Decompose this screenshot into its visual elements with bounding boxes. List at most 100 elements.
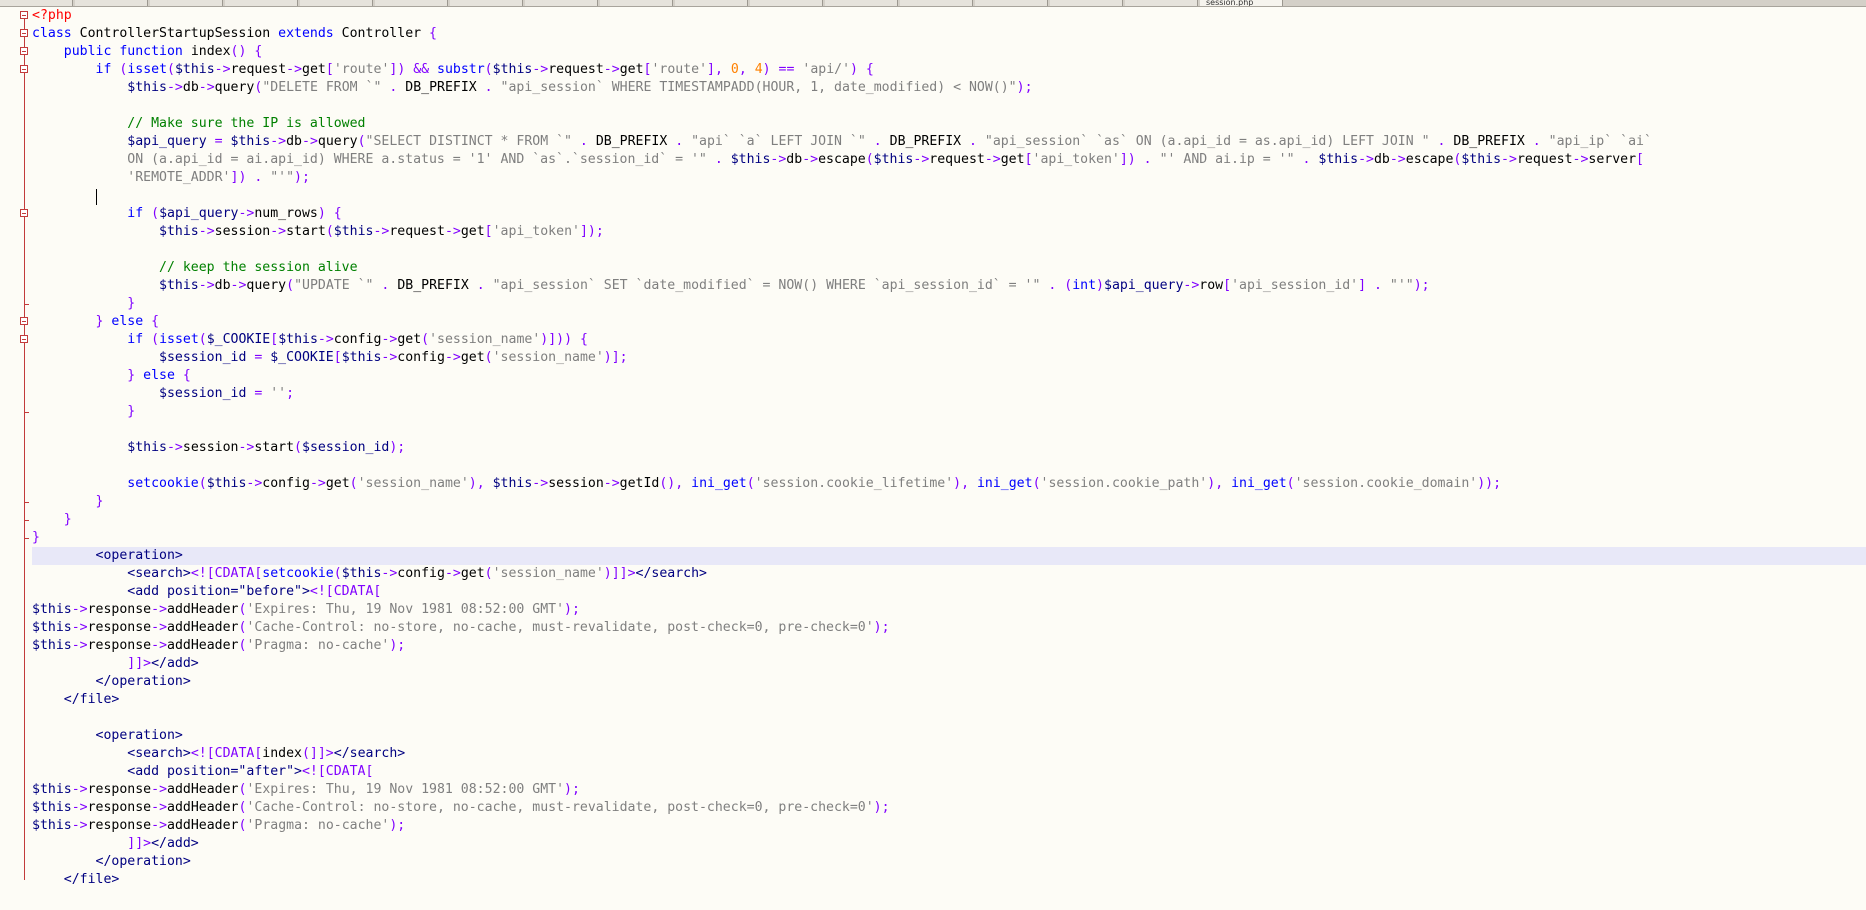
tab-4[interactable] xyxy=(300,0,373,6)
code-token: )); xyxy=(1477,476,1502,491)
code-line[interactable]: if (isset($this->request->get['route']) … xyxy=(32,61,1866,79)
code-line[interactable]: </file> xyxy=(32,691,1866,709)
code-line[interactable]: class ControllerStartupSession extends C… xyxy=(32,25,1866,43)
code-line[interactable]: } xyxy=(32,529,1866,547)
tab-7[interactable] xyxy=(525,0,598,6)
code-line[interactable]: </operation> xyxy=(32,673,1866,691)
code-line[interactable]: if ($api_query->num_rows) { xyxy=(32,205,1866,223)
code-line[interactable]: <add position="before"><![CDATA[ xyxy=(32,583,1866,601)
fold-toggle-icon[interactable] xyxy=(0,313,30,331)
code-line[interactable]: } else { xyxy=(32,313,1866,331)
code-token: 'Cache-Control: no-store, no-cache, must… xyxy=(246,620,874,635)
code-token: . ( xyxy=(1048,278,1073,293)
code-line[interactable]: <operation> xyxy=(32,727,1866,745)
code-line[interactable]: } xyxy=(32,493,1866,511)
code-line[interactable]: $this->response->addHeader('Cache-Contro… xyxy=(32,619,1866,637)
code-token: get xyxy=(460,566,485,581)
code-token: get xyxy=(302,62,326,77)
code-token: extends xyxy=(278,26,342,41)
code-line[interactable]: $this->response->addHeader('Pragma: no-c… xyxy=(32,637,1866,655)
code-token: ); xyxy=(389,818,406,833)
code-token: row xyxy=(1199,278,1224,293)
tab-1[interactable] xyxy=(75,0,148,6)
code-line[interactable]: <search><![CDATA[setcookie($this->config… xyxy=(32,565,1866,583)
code-line[interactable]: $this->db->query("UPDATE `" . DB_PREFIX … xyxy=(32,277,1866,295)
tab-11[interactable] xyxy=(825,0,898,6)
fold-end-marker xyxy=(0,511,30,529)
tab-2[interactable] xyxy=(150,0,223,6)
code-token: ); xyxy=(564,782,580,797)
code-token: ( xyxy=(286,278,295,293)
code-line[interactable] xyxy=(32,421,1866,439)
code-line[interactable]: } else { xyxy=(32,367,1866,385)
code-line[interactable]: $session_id = $_COOKIE[$this->config->ge… xyxy=(32,349,1866,367)
code-line[interactable] xyxy=(32,457,1866,475)
tab-6[interactable] xyxy=(450,0,523,6)
fold-toggle-icon[interactable] xyxy=(0,331,30,349)
code-line[interactable]: ]]></add> xyxy=(32,835,1866,853)
code-line[interactable]: $this->response->addHeader('Expires: Thu… xyxy=(32,781,1866,799)
code-line[interactable]: $this->response->addHeader('Cache-Contro… xyxy=(32,799,1866,817)
fold-toggle-icon[interactable] xyxy=(0,25,30,43)
code-token: $api_query xyxy=(1104,278,1184,293)
code-line[interactable]: $this->db->query("DELETE FROM `" . DB_PR… xyxy=(32,79,1866,97)
code-line[interactable] xyxy=(32,97,1866,115)
code-line[interactable]: <operation> xyxy=(32,547,1866,565)
code-line[interactable]: </file> xyxy=(32,871,1866,889)
code-token: config xyxy=(397,566,445,581)
code-line[interactable] xyxy=(32,241,1866,259)
code-token: $session_id xyxy=(159,386,255,401)
tab-10[interactable] xyxy=(750,0,823,6)
code-line[interactable]: // keep the session alive xyxy=(32,259,1866,277)
code-line[interactable]: public function index() { xyxy=(32,43,1866,61)
code-line[interactable]: </operation> xyxy=(32,853,1866,871)
code-line[interactable]: $api_query = $this->db->query("SELECT DI… xyxy=(32,133,1866,151)
code-line[interactable]: } xyxy=(32,511,1866,529)
fold-toggle-icon[interactable] xyxy=(0,7,30,25)
code-editor[interactable]: <?php class ControllerStartupSession exte… xyxy=(32,7,1866,910)
code-line[interactable]: ]]></add> xyxy=(32,655,1866,673)
code-line[interactable]: $this->session->start($session_id); xyxy=(32,439,1866,457)
fold-toggle-icon[interactable] xyxy=(0,205,30,223)
tab-0[interactable] xyxy=(0,0,73,6)
code-token: ( xyxy=(1032,476,1041,491)
tab-14[interactable] xyxy=(1050,0,1123,6)
code-line[interactable]: $this->response->addHeader('Expires: Thu… xyxy=(32,601,1866,619)
code-line[interactable]: <add position="after"><![CDATA[ xyxy=(32,763,1866,781)
code-line[interactable]: $this->response->addHeader('Pragma: no-c… xyxy=(32,817,1866,835)
code-token: addHeader xyxy=(167,782,239,797)
code-line[interactable]: setcookie($this->config->get('session_na… xyxy=(32,475,1866,493)
code-token: -> xyxy=(444,224,461,239)
tab-16[interactable]: session.php xyxy=(1200,0,1283,6)
fold-toggle-icon[interactable] xyxy=(0,43,30,61)
code-token: 'route' xyxy=(651,62,708,77)
code-line[interactable]: if (isset($_COOKIE[$this->config->get('s… xyxy=(32,331,1866,349)
tab-3[interactable] xyxy=(225,0,298,6)
code-line[interactable]: } xyxy=(32,403,1866,421)
tab-15[interactable] xyxy=(1125,0,1198,6)
code-token: $this xyxy=(278,332,318,347)
code-line[interactable]: // Make sure the IP is allowed xyxy=(32,115,1866,133)
tab-8[interactable] xyxy=(600,0,673,6)
code-line[interactable]: 'REMOTE_ADDR']) . "'"); xyxy=(32,169,1866,187)
tab-5[interactable] xyxy=(375,0,448,6)
fold-toggle-icon[interactable] xyxy=(0,61,30,79)
code-token: $this xyxy=(206,476,247,491)
code-token: $this xyxy=(32,620,72,635)
code-line[interactable]: <?php xyxy=(32,7,1866,25)
code-line[interactable]: $this->session->start($this->request->ge… xyxy=(32,223,1866,241)
tab-9[interactable] xyxy=(675,0,748,6)
code-line[interactable]: ON (a.api_id = ai.api_id) WHERE a.status… xyxy=(32,151,1866,169)
code-line[interactable]: } xyxy=(32,295,1866,313)
code-line[interactable] xyxy=(32,709,1866,727)
tab-12[interactable] xyxy=(900,0,973,6)
code-line[interactable] xyxy=(32,187,1866,205)
code-token: ); xyxy=(1413,278,1430,293)
tab-13[interactable] xyxy=(975,0,1048,6)
code-line[interactable]: $session_id = ''; xyxy=(32,385,1866,403)
code-line[interactable]: <search><![CDATA[index(]]></search> xyxy=(32,745,1866,763)
code-token: query xyxy=(317,134,358,149)
